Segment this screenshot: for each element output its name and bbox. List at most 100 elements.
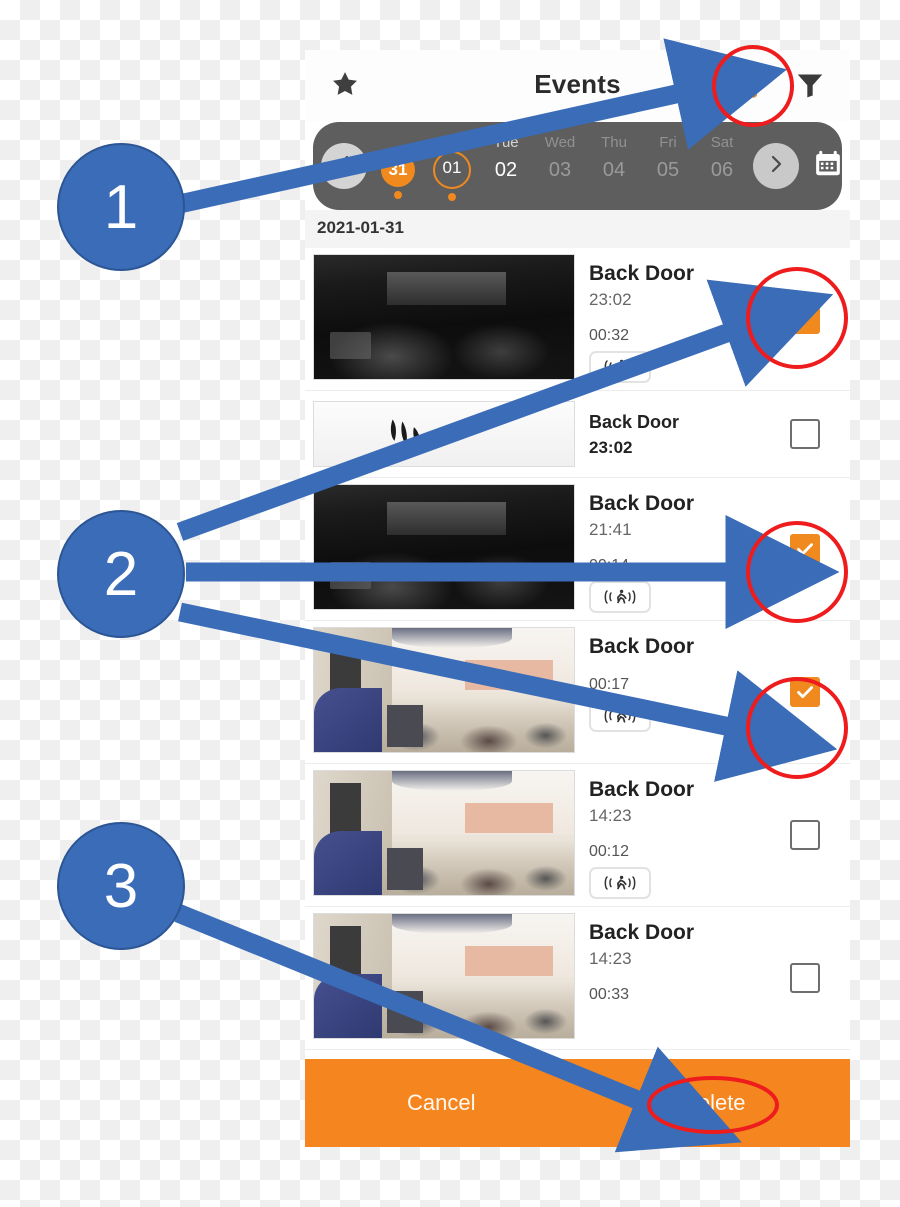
day-cell-05[interactable]: Fri 05	[641, 133, 695, 199]
trash-icon	[736, 71, 762, 104]
day-number-label: 06	[710, 159, 734, 181]
next-week-button[interactable]	[753, 143, 799, 189]
day-list: 31 01 Tue 02 Wed 03 Thu 04 Fri 05 Sat 06	[367, 122, 753, 210]
event-row[interactable]: Back Door 14:23 00:12	[305, 764, 850, 907]
event-camera-name: Back Door	[589, 412, 680, 432]
thumbnail-image	[314, 485, 574, 609]
day-of-week-label: Fri	[659, 134, 677, 151]
event-thumbnail[interactable]	[313, 484, 575, 610]
event-select-cell[interactable]	[760, 963, 850, 993]
chevron-left-icon	[334, 154, 354, 179]
event-checkbox[interactable]	[790, 963, 820, 993]
event-meta: Back Door 00:17	[575, 627, 760, 732]
day-of-week-label: Sat	[710, 134, 734, 151]
day-number-label: 04	[602, 159, 626, 181]
day-cell-31[interactable]: 31	[371, 133, 425, 199]
event-camera-name: Back Door	[589, 778, 695, 801]
event-row[interactable]: Back Door 23:02	[305, 391, 850, 478]
cancel-button[interactable]: Cancel	[305, 1090, 578, 1116]
event-row[interactable]: Back Door 00:17	[305, 621, 850, 764]
event-duration: 00:32	[589, 327, 630, 344]
filter-icon	[796, 72, 824, 103]
event-meta: Back Door 23:02	[575, 408, 760, 460]
event-thumbnail[interactable]	[313, 770, 575, 896]
event-select-cell[interactable]	[760, 820, 850, 850]
event-duration: 00:17	[589, 676, 630, 693]
prev-week-button[interactable]	[321, 143, 367, 189]
day-number-label: 31	[381, 153, 415, 187]
filter-button[interactable]	[792, 69, 828, 105]
thumbnail-image	[314, 255, 574, 379]
event-select-cell[interactable]	[760, 677, 850, 707]
event-duration: 00:14	[589, 557, 630, 574]
day-of-week-label	[425, 131, 479, 151]
motion-icon	[589, 867, 651, 899]
event-checkbox[interactable]	[790, 534, 820, 564]
event-thumbnail[interactable]	[313, 401, 575, 467]
calendar-icon	[813, 149, 842, 184]
selection-action-bar: Cancel Delete	[305, 1059, 850, 1147]
event-camera-name: Back Door	[589, 635, 695, 658]
event-time: 23:02	[589, 438, 633, 457]
event-time: 14:23	[589, 949, 632, 968]
date-strip: 31 01 Tue 02 Wed 03 Thu 04 Fri 05 Sat 06	[313, 122, 842, 210]
day-cell-02[interactable]: Tue 02	[479, 133, 533, 199]
calendar-picker-button[interactable]	[805, 149, 842, 184]
motion-icon	[589, 581, 651, 613]
event-row[interactable]: Back Door 21:41 00:14	[305, 478, 850, 621]
event-thumbnail[interactable]	[313, 627, 575, 753]
callout-label-2: 2	[103, 539, 139, 609]
phone-screen: Events 31 01 Tue 02 Wed 03 Thu 04 Fri 05 Sat 06	[305, 50, 850, 1147]
event-thumbnail[interactable]	[313, 254, 575, 380]
day-cell-04[interactable]: Thu 04	[587, 133, 641, 199]
event-duration: 00:12	[589, 843, 630, 860]
day-of-week-label	[371, 133, 425, 153]
event-checkbox[interactable]	[790, 820, 820, 850]
callout-label-3: 3	[103, 851, 139, 921]
day-number-label: 03	[548, 159, 572, 181]
event-meta: Back Door 14:23 00:33	[575, 913, 760, 1005]
event-camera-name: Back Door	[589, 492, 695, 515]
day-event-dot	[394, 191, 402, 199]
event-checkbox[interactable]	[790, 304, 820, 334]
event-row[interactable]: Back Door 23:02 00:32	[305, 248, 850, 391]
day-number-label: 05	[656, 159, 680, 181]
thumbnail-image	[314, 628, 574, 752]
day-of-week-label: Wed	[544, 134, 576, 151]
day-number-label: 02	[494, 159, 518, 181]
callout-label-1: 1	[103, 172, 139, 242]
day-event-dot	[448, 193, 456, 201]
delete-button[interactable]: Delete	[578, 1090, 851, 1116]
callout-step-2: 2	[57, 510, 185, 638]
event-checkbox[interactable]	[790, 419, 820, 449]
event-meta: Back Door 23:02 00:32	[575, 254, 760, 383]
event-camera-name: Back Door	[589, 262, 695, 285]
event-meta: Back Door 21:41 00:14	[575, 484, 760, 613]
motion-icon	[589, 700, 651, 732]
day-cell-03[interactable]: Wed 03	[533, 133, 587, 199]
day-of-week-label: Thu	[601, 134, 627, 151]
event-camera-name: Back Door	[589, 921, 695, 944]
day-number-label: 01	[433, 151, 471, 189]
event-select-cell[interactable]	[760, 419, 850, 449]
day-cell-01[interactable]: 01	[425, 131, 479, 201]
callout-step-1: 1	[57, 143, 185, 271]
chevron-right-icon	[766, 154, 786, 179]
event-time: 23:02	[589, 290, 632, 309]
event-thumbnail[interactable]	[313, 913, 575, 1039]
delete-mode-button[interactable]	[730, 68, 768, 106]
callout-step-3: 3	[57, 822, 185, 950]
day-of-week-label: Tue	[493, 134, 519, 151]
thumbnail-image	[314, 771, 574, 895]
event-select-cell[interactable]	[760, 534, 850, 564]
day-cell-06[interactable]: Sat 06	[695, 133, 749, 199]
thumbnail-image	[314, 402, 574, 466]
event-select-cell[interactable]	[760, 304, 850, 334]
page-title: Events	[534, 69, 621, 99]
event-duration: 00:33	[589, 986, 630, 1003]
date-group-header: 2021-01-31	[305, 210, 850, 248]
app-top-bar: Events	[305, 50, 850, 122]
event-checkbox[interactable]	[790, 677, 820, 707]
motion-icon	[589, 351, 651, 383]
event-row[interactable]: Back Door 14:23 00:33	[305, 907, 850, 1050]
